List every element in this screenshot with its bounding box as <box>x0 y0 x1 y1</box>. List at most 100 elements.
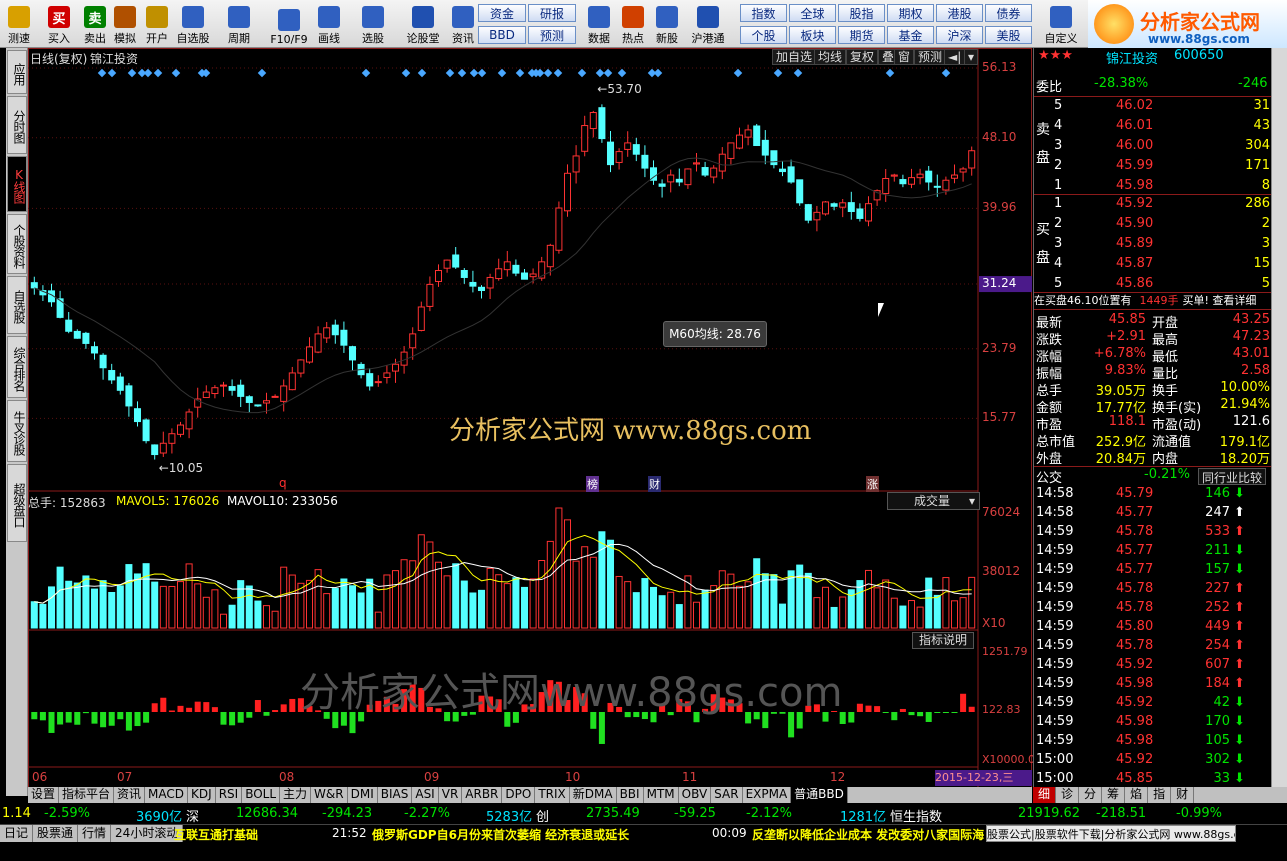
toolbar-btn-speed[interactable]: 测速 <box>2 2 36 46</box>
indicator-tab-9[interactable]: DMI <box>348 787 378 803</box>
indicator-tab-8[interactable]: W&R <box>311 787 348 803</box>
indicator-tab-2[interactable]: 资讯 <box>114 787 146 803</box>
indicator-tab-19[interactable]: OBV <box>679 787 712 803</box>
toolbar-btn-talk[interactable]: 论股堂 <box>402 2 444 46</box>
toolbar-btn-news[interactable]: 资讯 <box>446 2 480 46</box>
chart-tool-btn-5[interactable]: 预测 <box>914 49 947 65</box>
volume-dropdown[interactable]: 成交量 ▾ <box>887 492 980 510</box>
indicator-tab-4[interactable]: KDJ <box>188 787 216 803</box>
quote-tab-2[interactable]: 分 <box>1079 787 1103 803</box>
indicator-tab-21[interactable]: EXPMA <box>743 787 792 803</box>
chart-tool-btn-2[interactable]: 复权 <box>846 49 879 65</box>
blue-btn-2[interactable]: BBD <box>478 26 526 44</box>
toolbar-btn-document[interactable]: F10/F9 <box>268 2 310 46</box>
indicator-tab-15[interactable]: TRIX <box>535 787 570 803</box>
marker-bang[interactable]: 榜 <box>586 476 599 492</box>
chart-tool-btn-6[interactable]: ◄| <box>944 49 966 65</box>
toolbar-btn-sse-hkex[interactable]: 沪港通 <box>686 2 730 46</box>
market-btn-10[interactable]: 沪深 <box>936 26 983 44</box>
quote-tab-0[interactable]: 细 <box>1033 787 1057 803</box>
market-btn-4[interactable]: 港股 <box>936 4 983 22</box>
quote-tab-3[interactable]: 筹 <box>1102 787 1126 803</box>
indicator-tab-10[interactable]: BIAS <box>378 787 413 803</box>
ticker-tab-2[interactable]: 行情 <box>78 825 112 842</box>
indicator-tab-11[interactable]: ASI <box>412 787 439 803</box>
indicator-tab-6[interactable]: BOLL <box>242 787 281 803</box>
indicator-tab-7[interactable]: 主力 <box>280 787 312 803</box>
quote-tab-6[interactable]: 财 <box>1171 787 1195 803</box>
indicator-tab-1[interactable]: 指标平台 <box>59 787 115 803</box>
blue-btn-0[interactable]: 资金 <box>478 4 526 22</box>
quote-tab-4[interactable]: 焰 <box>1125 787 1149 803</box>
indicator-tab-20[interactable]: SAR <box>711 787 743 803</box>
indicator-tab-18[interactable]: MTM <box>644 787 679 803</box>
left-tab-0[interactable]: 应用 <box>7 50 27 94</box>
quote-tab-5[interactable]: 指 <box>1148 787 1172 803</box>
ticker-tab-3[interactable]: 24小时滚动 <box>111 825 184 842</box>
marker-q[interactable]: q <box>279 476 287 490</box>
chevron-down-icon[interactable]: ▾ <box>964 49 978 65</box>
market-btn-6[interactable]: 个股 <box>740 26 787 44</box>
marker-cai[interactable]: 财 <box>648 476 661 492</box>
toolbar-btn-clock[interactable]: 周期 <box>222 2 256 46</box>
indicator-tab-3[interactable]: MACD <box>145 787 189 803</box>
market-btn-2[interactable]: 股指 <box>838 4 885 22</box>
indicator-tab-22[interactable]: 普通BBD <box>791 787 848 803</box>
indicator-tab-16[interactable]: 新DMA <box>570 787 617 803</box>
market-btn-8[interactable]: 期货 <box>838 26 885 44</box>
market-btn-11[interactable]: 美股 <box>985 26 1032 44</box>
toolbar-btn-new-stock[interactable]: 新股 <box>650 2 684 46</box>
quote-scrollbar[interactable] <box>1271 48 1287 788</box>
toolbar-btn-chart[interactable]: 选股 <box>356 2 390 46</box>
tick-volume: 184 <box>1205 676 1230 691</box>
big-order-notice[interactable]: 在买盘46.10位置有 1449手 买单! 查看详细 <box>1034 292 1272 310</box>
market-btn-1[interactable]: 全球 <box>789 4 836 22</box>
left-tab-7[interactable]: 超级盘口 <box>7 464 27 542</box>
toolbar-btn-buy[interactable]: 买买入 <box>42 2 76 46</box>
left-tab-6[interactable]: 牛叉诊股 <box>7 400 27 462</box>
marker-zhang[interactable]: 涨 <box>866 476 879 492</box>
kline-chart-area[interactable]: ←53.70 ←10.05 日线(复权) 锦江投资 加自选 均线 复权叠窗预测 ◄| ▾ … <box>28 48 1035 788</box>
market-btn-7[interactable]: 板块 <box>789 26 836 44</box>
toolbar-btn-sell[interactable]: 卖卖出 <box>78 2 112 46</box>
indicator-tab-0[interactable]: 设置 <box>28 787 60 803</box>
toolbar-btn-lock[interactable]: 开户 <box>140 2 174 46</box>
ticker-tab-0[interactable]: 日记 <box>0 825 34 842</box>
left-tab-1[interactable]: 分时图 <box>7 96 27 154</box>
indicator-tab-12[interactable]: VR <box>439 787 463 803</box>
toolbar-btn-pen[interactable]: 画线 <box>312 2 346 46</box>
peer-compare-button[interactable]: 同行业比较 <box>1198 468 1267 485</box>
indicator-tab-14[interactable]: DPO <box>502 787 536 803</box>
ticker-tab-1[interactable]: 股票通 <box>33 825 79 842</box>
left-tab-3[interactable]: 个股资料 <box>7 214 27 274</box>
index-value-1: 1.14 <box>2 806 31 821</box>
footer-link[interactable]: 股票公式|股票软件下载|分析家公式网 www.88gs.com <box>986 825 1236 842</box>
toolbar-btn-hammer[interactable]: 模拟 <box>108 2 142 46</box>
market-btn-5[interactable]: 债券 <box>985 4 1032 22</box>
indicator-tab-17[interactable]: BBI <box>617 787 644 803</box>
chart-tool-btn-0[interactable]: 加自选 <box>772 49 817 65</box>
marker-diamond-icon <box>793 68 803 78</box>
indicator-tab-13[interactable]: ARBR <box>462 787 503 803</box>
market-btn-0[interactable]: 指数 <box>740 4 787 22</box>
blue-btn-1[interactable]: 研报 <box>528 4 576 22</box>
left-tab-2[interactable]: K线图 <box>7 156 27 212</box>
left-tab-4[interactable]: 自选股 <box>7 276 27 334</box>
indicator-help-button[interactable]: 指标说明 <box>912 632 974 649</box>
toolbar-btn-pe[interactable]: 数据 <box>582 2 616 46</box>
toolbar-btn-custom[interactable]: 自定义 <box>1040 2 1082 46</box>
market-btn-3[interactable]: 期权 <box>887 4 934 22</box>
chart-tool-btn-1[interactable]: 均线 <box>814 49 847 65</box>
news-item-2[interactable]: 俄罗斯GDP自6月份来首次萎缩 经济衰退或延长 <box>372 826 629 843</box>
news-item-3[interactable]: 反垄断以降低企业成本 发改委对八家国际海 <box>752 826 984 843</box>
toolbar-btn-fire[interactable]: 热点 <box>616 2 650 46</box>
left-tab-5[interactable]: 综合排名 <box>7 336 27 398</box>
notice-detail-link[interactable]: 买单! 查看详细 <box>1183 294 1257 307</box>
news-item-1[interactable]: 互联互通打基础 <box>174 826 258 843</box>
chart-tool-btn-4[interactable]: 窗 <box>894 49 915 65</box>
toolbar-btn-star[interactable]: 自选股 <box>176 2 210 46</box>
blue-btn-3[interactable]: 预测 <box>528 26 576 44</box>
indicator-tab-5[interactable]: RSI <box>216 787 243 803</box>
market-btn-9[interactable]: 基金 <box>887 26 934 44</box>
quote-tab-1[interactable]: 诊 <box>1056 787 1080 803</box>
